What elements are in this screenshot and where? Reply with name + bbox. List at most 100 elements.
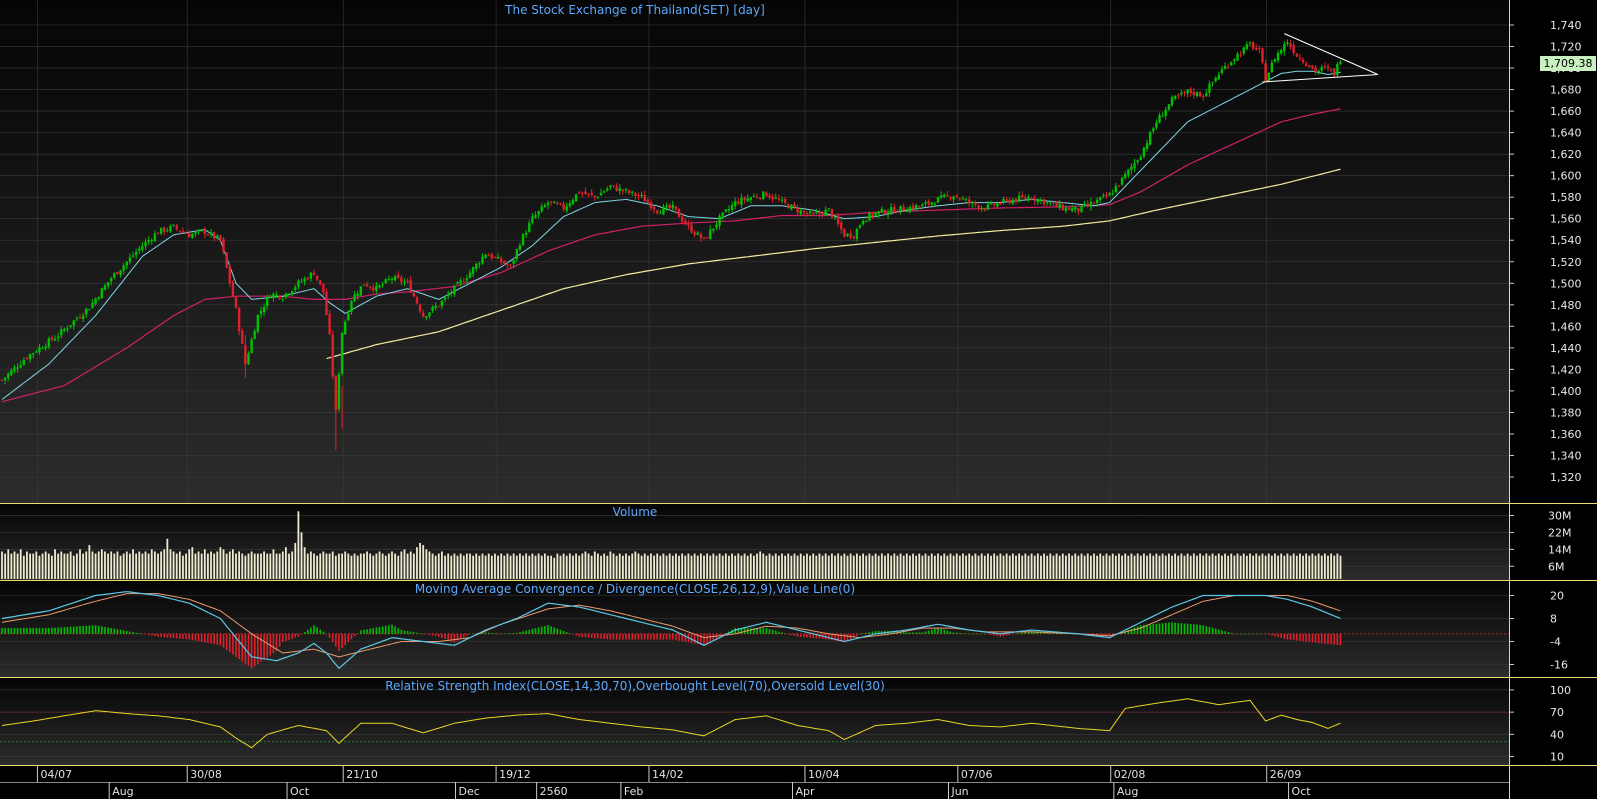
volume-bar	[319, 553, 322, 579]
candle-body	[921, 204, 924, 207]
candle-body	[1102, 195, 1105, 197]
candle-body	[428, 312, 431, 317]
macd-histogram-bar	[1164, 622, 1167, 634]
volume-bar	[724, 553, 727, 579]
x-date-label: 07/06	[961, 768, 993, 781]
volume-bar	[946, 555, 949, 579]
volume-bar	[1208, 555, 1211, 579]
volume-bar	[534, 555, 537, 579]
volume-bar	[472, 555, 475, 579]
price-tick-label: 1,520	[1550, 256, 1582, 269]
macd-histogram-bar	[313, 625, 315, 634]
volume-bar	[1283, 555, 1286, 579]
macd-histogram-bar	[472, 633, 474, 635]
candle-body	[893, 207, 896, 213]
macd-histogram-bar	[984, 633, 986, 635]
macd-histogram-bar	[4, 628, 6, 634]
macd-histogram-bar	[169, 633, 172, 638]
rsi-panel[interactable]: Relative Strength Index(CLOSE,14,30,70),…	[0, 678, 1509, 765]
candle-body	[534, 215, 537, 218]
candle-body	[462, 281, 465, 283]
volume-bar	[509, 555, 512, 579]
volume-bar	[1018, 553, 1021, 579]
macd-histogram-bar	[1158, 623, 1161, 634]
candle-body	[949, 197, 952, 199]
volume-bar	[746, 555, 749, 579]
candle-body	[56, 336, 60, 338]
candle-body	[350, 301, 353, 312]
candle-body	[1173, 96, 1177, 99]
macd-histogram-bar	[721, 633, 724, 635]
macd-histogram-bar	[990, 633, 992, 635]
candle-body	[78, 317, 82, 319]
macd-histogram-bar	[1289, 633, 1292, 640]
candle-body	[13, 367, 16, 372]
candle-body	[128, 257, 132, 262]
volume-bar	[85, 551, 88, 579]
volume-bar	[1058, 555, 1061, 579]
macd-histogram-bar	[665, 633, 668, 640]
macd-histogram-bar	[587, 633, 590, 638]
macd-histogram-bar	[91, 625, 94, 634]
candle-body	[471, 267, 475, 274]
volume-panel[interactable]: Volume	[0, 504, 1509, 580]
volume-bar	[993, 553, 996, 579]
macd-histogram-bar	[419, 633, 421, 634]
macd-histogram-bar	[366, 629, 368, 634]
volume-bar	[1080, 553, 1083, 579]
macd-panel[interactable]: Moving Average Convergence / Divergence(…	[0, 581, 1509, 677]
volume-bar	[887, 553, 889, 579]
volume-bar	[366, 551, 368, 579]
volume-bar	[650, 553, 652, 579]
volume-bar	[297, 511, 300, 579]
price-panel[interactable]: The Stock Exchange of Thailand(SET) [day…	[0, 0, 1509, 503]
candle-body	[777, 198, 781, 200]
macd-histogram-bar	[784, 633, 786, 634]
macd-histogram-bar	[154, 633, 156, 637]
volume-bar	[138, 551, 141, 579]
volume-bar	[977, 555, 980, 579]
volume-bar	[968, 553, 971, 579]
volume-bar	[1011, 553, 1014, 579]
volume-bar	[631, 553, 634, 579]
candle-body	[765, 192, 768, 197]
macd-histogram-bar	[625, 633, 627, 640]
macd-histogram-bar	[703, 633, 705, 646]
volume-bar	[668, 553, 671, 579]
volume-bar	[827, 555, 830, 579]
volume-bar	[1071, 555, 1074, 579]
volume-bar	[768, 553, 771, 579]
candle-body	[939, 195, 943, 198]
volume-bar	[958, 555, 961, 579]
macd-histogram-bar	[565, 632, 568, 634]
macd-histogram-bar	[1140, 625, 1142, 634]
candle-body	[66, 328, 69, 330]
volume-bar	[962, 553, 964, 579]
volume-bar	[44, 551, 47, 579]
candle-body	[593, 195, 596, 198]
candle-body	[3, 377, 7, 381]
candle-body	[44, 346, 47, 349]
candle-body	[886, 212, 890, 215]
candle-body	[581, 192, 584, 194]
candle-body	[849, 233, 852, 238]
volume-bar	[41, 553, 44, 579]
volume-bar	[1108, 555, 1111, 579]
candle-body	[874, 212, 877, 216]
macd-histogram-bar	[622, 633, 624, 640]
candle-body	[727, 208, 731, 211]
candle-body	[434, 306, 437, 309]
volume-bar	[1245, 555, 1248, 579]
candle-body	[746, 198, 749, 202]
candle-body	[241, 330, 244, 345]
candle-body	[1021, 195, 1024, 198]
candle-body	[802, 211, 806, 213]
macd-histogram-bar	[497, 633, 499, 635]
macd-histogram-bar	[413, 632, 415, 634]
volume-tick-label: 14M	[1548, 543, 1572, 556]
volume-bar	[384, 555, 387, 579]
volume-bar	[965, 555, 967, 579]
price-tick-label: 1,720	[1550, 41, 1582, 54]
volume-bar	[615, 555, 618, 579]
candle-body	[908, 206, 912, 213]
